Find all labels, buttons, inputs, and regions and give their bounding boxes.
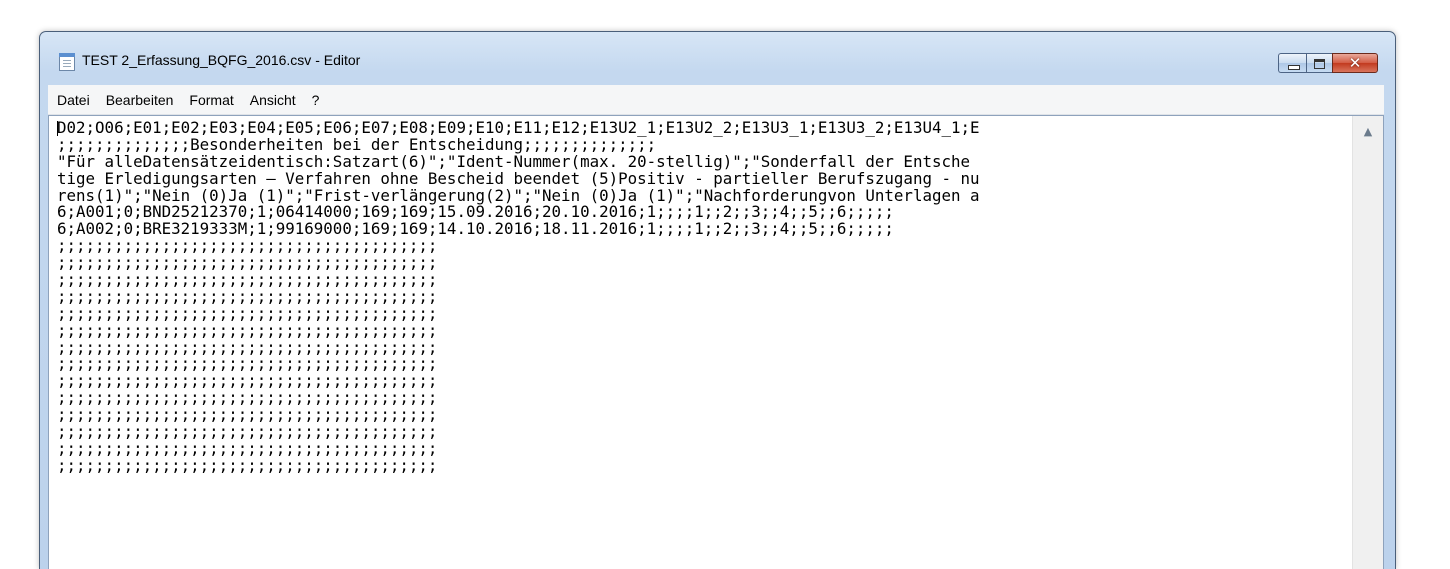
- title-bar[interactable]: TEST 2_Erfassung_BQFG_2016.csv - Editor …: [40, 32, 1395, 85]
- menu-ansicht[interactable]: Ansicht: [243, 92, 303, 108]
- menu-help[interactable]: ?: [305, 92, 327, 108]
- window-title: TEST 2_Erfassung_BQFG_2016.csv - Editor: [82, 52, 361, 68]
- notepad-icon[interactable]: [59, 53, 75, 71]
- menu-format[interactable]: Format: [182, 92, 240, 108]
- editor-line: ;;;;;;;;;;;;;;;;;;;;;;;;;;;;;;;;;;;;;;;;: [57, 455, 438, 475]
- scroll-up-arrow-icon[interactable]: ▲: [1353, 116, 1383, 146]
- menu-bar: Datei Bearbeiten Format Ansicht ?: [48, 85, 1384, 115]
- maximize-button[interactable]: [1306, 53, 1332, 73]
- menu-datei[interactable]: Datei: [50, 92, 97, 108]
- notepad-window: TEST 2_Erfassung_BQFG_2016.csv - Editor …: [39, 31, 1396, 569]
- vertical-scrollbar[interactable]: ▲: [1352, 116, 1383, 569]
- close-icon: ✕: [1348, 54, 1362, 72]
- editor-text-area[interactable]: D02;O06;E01;E02;E03;E04;E05;E06;E07;E08;…: [57, 120, 1343, 569]
- close-button[interactable]: ✕: [1332, 53, 1378, 73]
- maximize-icon: [1314, 59, 1325, 69]
- menu-bearbeiten[interactable]: Bearbeiten: [99, 92, 181, 108]
- minimize-icon: [1288, 65, 1300, 70]
- text-editor[interactable]: D02;O06;E01;E02;E03;E04;E05;E06;E07;E08;…: [48, 115, 1384, 569]
- minimize-button[interactable]: [1278, 53, 1306, 73]
- text-caret: [57, 121, 58, 136]
- caption-buttons: ✕: [1278, 53, 1378, 75]
